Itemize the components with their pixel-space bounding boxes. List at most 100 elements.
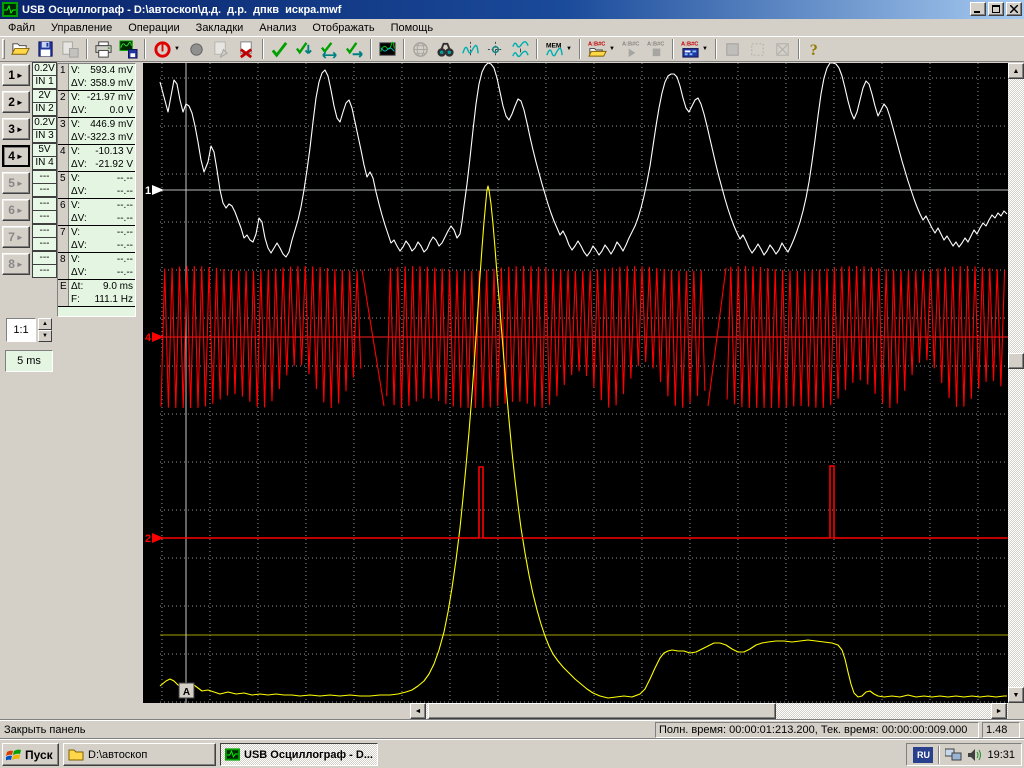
vscroll-thumb[interactable] [1008,353,1024,369]
channel-input-name[interactable]: IN 1 [32,75,57,89]
toolbar-button-wave-cursor[interactable] [458,37,483,61]
abc-open-icon: A:B#C [588,40,607,59]
measure-row-index: E [58,280,69,306]
channel-input-name[interactable]: --- [32,237,57,251]
toolbar-button-select-solid[interactable] [720,37,745,61]
toolbar-button-wave-compare[interactable] [508,37,533,61]
toolbar-button-display-mode[interactable] [375,37,400,61]
toolbar-button-apply-check[interactable] [267,37,292,61]
timebase-box[interactable]: 5 ms [5,350,53,372]
toolbar-button-abc-panel[interactable]: A:B#C▼ [677,37,712,61]
toolbar-button-web[interactable] [408,37,433,61]
ch1-pressure-marker-label[interactable]: 1 [145,185,151,197]
toolbar-button-check-next[interactable] [342,37,367,61]
close-button[interactable] [1006,2,1022,16]
toolbar-button-memory[interactable]: MEM▼ [541,37,576,61]
toolbar-button-print[interactable] [91,37,116,61]
channel-range-value[interactable]: --- [32,170,57,184]
plot-vscrollbar[interactable]: ▲ ▼ [1008,63,1024,703]
zoom-spinner-down[interactable]: ▼ [38,330,52,342]
menu-item-4[interactable]: Анализ [251,20,304,36]
channel-button-7[interactable]: 7► [2,226,30,248]
scroll-down-button[interactable]: ▼ [1008,687,1024,703]
zoom-ratio-box[interactable]: 1:1 [6,318,36,342]
channel-range-value[interactable]: 0.2V [32,62,57,76]
menu-item-2[interactable]: Операции [120,20,187,36]
channel-button-5[interactable]: 5► [2,172,30,194]
start-button[interactable]: Пуск [2,743,59,766]
toolbar-grip[interactable] [2,39,5,59]
channel-button-1[interactable]: 1► [2,64,30,86]
channel-range-value[interactable]: 5V [32,143,57,157]
minimize-button[interactable] [970,2,986,16]
toolbar-button-open-file[interactable] [8,37,33,61]
channel-input-name[interactable]: IN 4 [32,156,57,170]
ch2-spark-marker-label[interactable]: 2 [145,533,151,545]
oscilloscope-plot[interactable]: 4 1 2 A [143,63,1008,703]
dropdown-arrow-icon[interactable]: ▼ [174,46,180,52]
memory-icon: MEM [545,40,564,59]
toolbar-button-abc-open[interactable]: A:B#C▼ [584,37,619,61]
channel-button-4[interactable]: 4► [2,145,30,167]
dropdown-arrow-icon[interactable]: ▼ [566,46,572,52]
toolbar-button-probe[interactable] [209,37,234,61]
measure-value: -322.3 mV [87,131,133,144]
toolbar-button-help[interactable]: ? [803,37,828,61]
network-icon[interactable] [945,748,962,762]
toolbar-button-abc-stop[interactable]: A:B#C [644,37,669,61]
scroll-right-button[interactable]: ► [991,703,1007,719]
toolbar-button-select-cross[interactable] [770,37,795,61]
toolbar-button-check-prev[interactable] [292,37,317,61]
toolbar-button-search[interactable] [433,37,458,61]
toolbar-button-save-image[interactable] [116,37,141,61]
scroll-left-button[interactable]: ◄ [410,703,426,719]
menu-item-1[interactable]: Управление [43,20,120,36]
channel-input-name[interactable]: --- [32,264,57,278]
channel-input-name[interactable]: --- [32,210,57,224]
channel-button-6[interactable]: 6► [2,199,30,221]
menu-item-3[interactable]: Закладки [188,20,252,36]
print-icon [94,40,113,59]
channel-input-name[interactable]: --- [32,183,57,197]
toolbar-button-crosshair[interactable] [483,37,508,61]
scroll-up-button[interactable]: ▲ [1008,63,1024,79]
channel-range-value[interactable]: --- [32,251,57,265]
toolbar-button-start-record[interactable] [184,37,209,61]
toolbar-button-select-dotted[interactable] [745,37,770,61]
channel-button-2[interactable]: 2► [2,91,30,113]
measure-label: ΔV: [71,158,87,171]
menu-item-0[interactable]: Файл [0,20,43,36]
speaker-icon[interactable] [967,748,982,762]
channel-button-3[interactable]: 3► [2,118,30,140]
window-title: USB Осциллограф - D:\автоскоп\д.д. д.р. … [22,4,341,16]
channel-range-value[interactable]: --- [32,224,57,238]
dropdown-arrow-icon[interactable]: ▼ [702,46,708,52]
language-indicator[interactable]: RU [913,747,933,763]
channel-range-value[interactable]: 0.2V [32,116,57,130]
channel-input-name[interactable]: IN 3 [32,129,57,143]
plot-hscrollbar[interactable]: ◄ ► [410,703,1008,719]
channel-button-8[interactable]: 8► [2,253,30,275]
cursor-a-label[interactable]: A [183,687,190,698]
titlebar[interactable]: USB Осциллограф - D:\автоскоп\д.д. д.р. … [0,0,1024,19]
toolbar-button-abc-play[interactable]: A:B#C [619,37,644,61]
task-oscilloscope[interactable]: USB Осциллограф - D... [220,743,378,766]
channel-input-name[interactable]: IN 2 [32,102,57,116]
close-panel-label[interactable]: Закрыть панель [4,724,85,736]
toolbar-button-delete-record[interactable] [234,37,259,61]
dropdown-arrow-icon[interactable]: ▼ [609,46,615,52]
maximize-button[interactable] [988,2,1004,16]
task-folder[interactable]: D:\автоскоп [63,743,216,766]
toolbar-button-save-file[interactable] [33,37,58,61]
channel-range-value[interactable]: --- [32,197,57,211]
menu-item-5[interactable]: Отображать [304,20,382,36]
toolbar-button-check-all[interactable] [317,37,342,61]
zoom-spinner-up[interactable]: ▲ [38,318,52,330]
hscroll-thumb[interactable] [428,703,776,719]
toolbar-button-stop-device[interactable]: ▼ [149,37,184,61]
ch4-crank-sensor-marker-label[interactable]: 4 [145,332,152,344]
toolbar-button-save-fragment[interactable] [58,37,83,61]
scroll-up-icon: ▲ [1013,68,1020,75]
channel-range-value[interactable]: 2V [32,89,57,103]
menu-item-6[interactable]: Помощь [383,20,442,36]
